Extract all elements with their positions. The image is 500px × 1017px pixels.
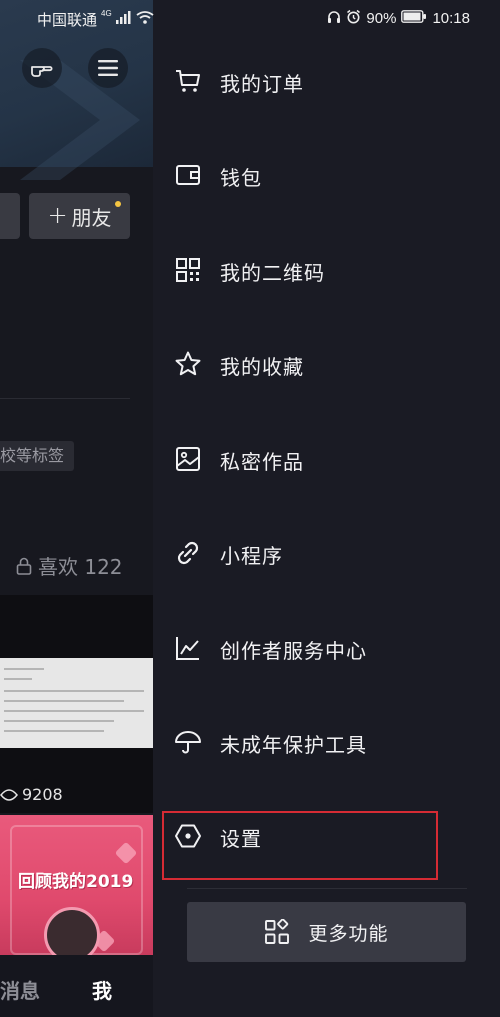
- menu-item-label: 私密作品: [220, 450, 304, 474]
- plus-icon: +: [47, 201, 68, 229]
- video-title: 回顾我的2019: [18, 872, 134, 892]
- star-icon: [175, 351, 201, 376]
- menu-item-label: 我的订单: [220, 72, 304, 96]
- divider: [0, 398, 130, 399]
- image-icon: [176, 447, 200, 471]
- menu-item-wallet[interactable]: 钱包: [153, 145, 500, 205]
- more-features-label: 更多功能: [308, 922, 389, 945]
- views-count: 9208: [22, 785, 63, 804]
- status-left: 中国联通 4G: [37, 9, 154, 30]
- menu-button[interactable]: [88, 48, 128, 88]
- clock-time: 10:18: [432, 10, 470, 27]
- network-type: 4G: [101, 9, 112, 18]
- menu-item-label: 小程序: [220, 544, 283, 568]
- menu-item-creator-center[interactable]: 创作者服务中心: [153, 618, 500, 678]
- umbrella-icon: [175, 731, 201, 754]
- menu-item-qr-code[interactable]: 我的二维码: [153, 240, 500, 300]
- status-bar: 中国联通 4G 90% 10:18: [0, 0, 500, 34]
- menu-item-label: 钱包: [220, 166, 262, 190]
- settings-highlight-box: [162, 811, 438, 880]
- menu-item-private-works[interactable]: 私密作品: [153, 429, 500, 489]
- edit-profile-button[interactable]: [0, 193, 20, 239]
- hand-pointer-button[interactable]: [22, 48, 62, 88]
- add-friend-label: 朋友: [71, 205, 112, 230]
- avatar: [44, 907, 100, 955]
- headphones-icon: [327, 10, 341, 28]
- more-features-button[interactable]: 更多功能: [187, 902, 466, 962]
- tab-me[interactable]: 我: [92, 975, 112, 1004]
- likes-label: 喜欢 122: [38, 555, 123, 579]
- profile-page-background: + 朋友 校等标签 喜欢 122 9208 回顾我的2019 消息 我: [0, 0, 153, 1017]
- chart-icon: [176, 637, 199, 660]
- drawer-divider: [187, 888, 467, 889]
- status-right: 90% 10:18: [327, 9, 470, 28]
- menu-item-label: 我的二维码: [220, 261, 325, 285]
- qr-code-icon: [176, 258, 200, 282]
- menu-item-favorites[interactable]: 我的收藏: [153, 334, 500, 394]
- play-views-icon: [0, 788, 18, 801]
- carrier-label: 中国联通: [37, 12, 98, 29]
- menu-item-label: 未成年保护工具: [220, 733, 367, 757]
- wallet-icon: [176, 165, 200, 185]
- menu-item-orders[interactable]: 我的订单: [153, 51, 500, 111]
- bottom-tab-bar: 消息 我: [0, 955, 153, 1017]
- hamburger-menu-icon: [98, 60, 118, 76]
- add-friend-button[interactable]: + 朋友: [29, 193, 130, 239]
- grid-apps-icon: [265, 919, 290, 944]
- wifi-icon: [136, 11, 154, 28]
- video-thumbnail-2[interactable]: 回顾我的2019: [0, 815, 153, 955]
- menu-item-label: 我的收藏: [220, 355, 304, 379]
- link-icon: [177, 541, 199, 565]
- signal-icon: [115, 11, 132, 28]
- battery-percent: 90%: [366, 10, 397, 27]
- tab-messages[interactable]: 消息: [0, 975, 40, 1004]
- menu-item-minor-protection[interactable]: 未成年保护工具: [153, 712, 500, 772]
- video-views: 9208: [0, 785, 63, 804]
- document-thumbnail: [0, 658, 153, 748]
- notification-dot: [115, 201, 121, 207]
- likes-tab[interactable]: 喜欢 122: [16, 551, 123, 580]
- tag-chip[interactable]: 校等标签: [0, 441, 75, 471]
- battery-icon: [401, 10, 427, 27]
- menu-item-label: 创作者服务中心: [220, 639, 367, 663]
- hand-pointer-icon: [31, 66, 53, 77]
- lock-icon: [16, 557, 32, 575]
- cart-icon: [176, 70, 200, 92]
- alarm-icon: [346, 9, 361, 28]
- menu-item-mini-programs[interactable]: 小程序: [153, 523, 500, 583]
